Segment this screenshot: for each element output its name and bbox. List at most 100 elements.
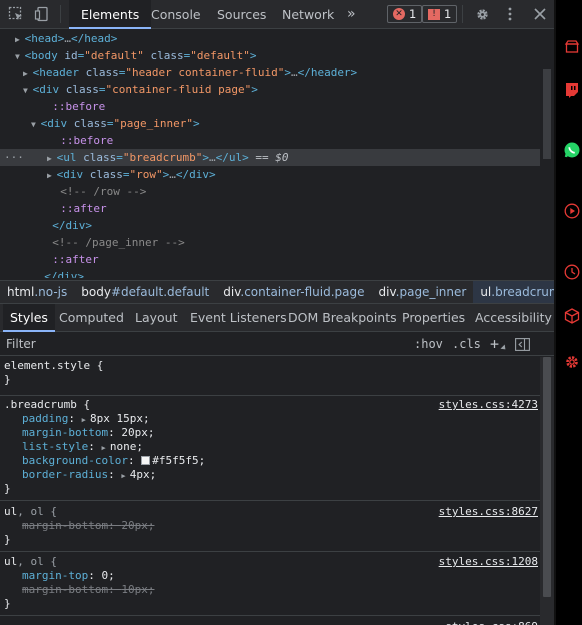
expand-shorthand-icon[interactable]: ▶ [121, 472, 129, 480]
style-declaration[interactable]: margin-bottom: 20px; [4, 519, 540, 533]
rule-source-link[interactable]: styles.css:4273 [439, 398, 538, 412]
youtube-icon[interactable] [562, 201, 582, 221]
property-name[interactable]: margin-bottom [22, 519, 108, 532]
dom-node-row[interactable]: ··· ▶ <ul class="breadcrumb">…</ul> == $0 [0, 149, 554, 166]
breadcrumb-item[interactable]: div.page_inner [372, 285, 474, 299]
element-style-rule[interactable]: element.style { } [0, 359, 540, 396]
new-style-rule-button[interactable]: + [490, 335, 499, 353]
dom-node-row[interactable]: ▶ <div class="row">…</div> [0, 166, 554, 183]
scroll-thumb[interactable] [543, 357, 551, 597]
store-icon[interactable] [562, 37, 582, 57]
dom-node-row[interactable]: ▼ <body id="default" class="default"> [0, 47, 554, 64]
expand-shorthand-icon[interactable]: ▶ [101, 444, 109, 452]
dom-node-row[interactable]: <!-- /page_inner --> [0, 234, 554, 251]
kebab-menu-icon[interactable] [500, 4, 520, 24]
property-value[interactable]: 0; [101, 569, 114, 582]
style-declaration[interactable]: margin-bottom: 20px; [4, 426, 540, 440]
dom-node-row[interactable]: ▶ <header class="header container-fluid"… [0, 64, 554, 81]
inspect-element-icon[interactable] [6, 4, 26, 24]
rule-source-link[interactable]: styles.css:1208 [439, 555, 538, 569]
tab-computed[interactable]: Computed [59, 304, 124, 332]
property-name[interactable]: list-style [22, 440, 88, 453]
styles-scrollbar[interactable] [540, 357, 554, 625]
dom-node-row[interactable]: ▶ <head>…</head> [0, 30, 554, 47]
property-value[interactable]: 10px; [121, 583, 154, 596]
rule-source-link[interactable]: styles.css:8627 [439, 505, 538, 519]
property-name[interactable]: margin-bottom [22, 426, 108, 439]
style-rule[interactable]: .breadcrumb { styles.css:4273 padding: ▶ 8… [0, 398, 540, 501]
hov-toggle[interactable]: :hov [414, 335, 443, 353]
collapse-triangle-icon[interactable]: ▼ [23, 86, 33, 95]
property-name[interactable]: margin-bottom [22, 583, 108, 596]
issues-badge[interactable]: ! 1 [422, 5, 458, 23]
dom-node-row[interactable]: ::after [0, 200, 554, 217]
color-swatch[interactable] [141, 456, 151, 465]
tab-network[interactable]: Network [282, 0, 334, 29]
breadcrumb-item[interactable]: div.container-fluid.page [216, 285, 371, 299]
close-icon[interactable] [530, 4, 550, 24]
styles-filter-input[interactable] [2, 334, 382, 354]
dom-node-row[interactable]: </div> [0, 268, 554, 278]
property-value[interactable]: #f5f5f5; [152, 454, 205, 467]
style-rule[interactable]: ul, ol {styles.css:1208 margin-top: 0; mar… [0, 555, 540, 616]
dom-node-row[interactable]: ::before [0, 132, 554, 149]
clock-icon[interactable] [562, 262, 582, 282]
scroll-thumb[interactable] [543, 69, 551, 159]
expand-shorthand-icon[interactable]: ▶ [82, 416, 90, 424]
dom-node-row[interactable]: </div> [0, 217, 554, 234]
rule-selector[interactable]: .breadcrumb { [4, 398, 90, 411]
rule-source-link[interactable]: styles.css:869 [445, 620, 538, 625]
property-value[interactable]: 4px; [130, 468, 157, 481]
style-declaration[interactable]: margin-bottom: 10px; [4, 583, 540, 597]
tab-console[interactable]: Console [151, 0, 201, 29]
style-declaration[interactable]: border-radius: ▶ 4px; [4, 468, 540, 482]
tab-sources[interactable]: Sources [217, 0, 266, 29]
more-tabs-button[interactable]: » [347, 0, 356, 29]
twitch-icon[interactable] [562, 80, 582, 100]
tab-styles[interactable]: Styles [3, 304, 55, 332]
whatsapp-icon[interactable] [562, 140, 582, 160]
tab-elements[interactable]: Elements [69, 0, 152, 29]
breadcrumb-item[interactable]: body#default.default [74, 285, 216, 299]
collapse-triangle-icon[interactable]: ▼ [31, 120, 41, 129]
style-declaration[interactable]: padding: ▶ 8px 15px; [4, 412, 540, 426]
property-value[interactable]: 8px 15px; [90, 412, 150, 425]
property-name[interactable]: margin-top [22, 569, 88, 582]
cube-icon[interactable] [562, 306, 582, 326]
style-declaration[interactable]: margin-top: 0; [4, 569, 540, 583]
style-declaration[interactable]: background-color: #f5f5f5; [4, 454, 540, 468]
property-value[interactable]: 20px; [121, 519, 154, 532]
style-rule[interactable]: ul, ol {styles.css:8627 margin-bottom: 20… [0, 505, 540, 552]
dom-node-row[interactable]: ▼ <div class="container-fluid page"> [0, 81, 554, 98]
new-rule-menu-icon[interactable] [500, 344, 508, 352]
dom-tree-scrollbar[interactable] [540, 29, 554, 278]
dom-node-row[interactable]: ::after [0, 251, 554, 268]
errors-badge[interactable]: ✕ 1 [387, 5, 423, 23]
tab-layout[interactable]: Layout [135, 304, 178, 332]
tab-event-listeners[interactable]: Event Listeners [190, 304, 287, 332]
expand-triangle-icon[interactable]: ▶ [47, 171, 57, 180]
rule-selector[interactable]: ul [4, 505, 17, 518]
breadcrumb-item[interactable]: html.no-js [0, 285, 74, 299]
property-name[interactable]: background-color [22, 454, 128, 467]
property-name[interactable]: border-radius [22, 468, 108, 481]
style-declaration[interactable]: list-style: ▶ none; [4, 440, 540, 454]
settings-gear-icon[interactable] [472, 4, 492, 24]
expand-triangle-icon[interactable]: ▶ [15, 35, 25, 44]
dom-node-row[interactable]: ▼ <div class="page_inner"> [0, 115, 554, 132]
dom-node-row[interactable]: ::before [0, 98, 554, 115]
tab-accessibility[interactable]: Accessibility [475, 304, 552, 332]
settings-icon[interactable] [562, 352, 582, 372]
property-value[interactable]: none; [110, 440, 143, 453]
tab-properties[interactable]: Properties [402, 304, 465, 332]
expand-triangle-icon[interactable]: ▶ [47, 154, 57, 163]
cls-toggle[interactable]: .cls [452, 335, 481, 353]
expand-triangle-icon[interactable]: ▶ [23, 69, 33, 78]
style-rule-partial[interactable]: styles.css:869 [0, 620, 540, 625]
node-actions-icon[interactable]: ··· [4, 149, 24, 166]
rule-selector[interactable]: ul [4, 555, 17, 568]
toggle-computed-sidebar-icon[interactable] [512, 334, 532, 354]
collapse-triangle-icon[interactable]: ▼ [15, 52, 25, 61]
property-value[interactable]: 20px; [121, 426, 154, 439]
device-toolbar-icon[interactable] [32, 4, 52, 24]
